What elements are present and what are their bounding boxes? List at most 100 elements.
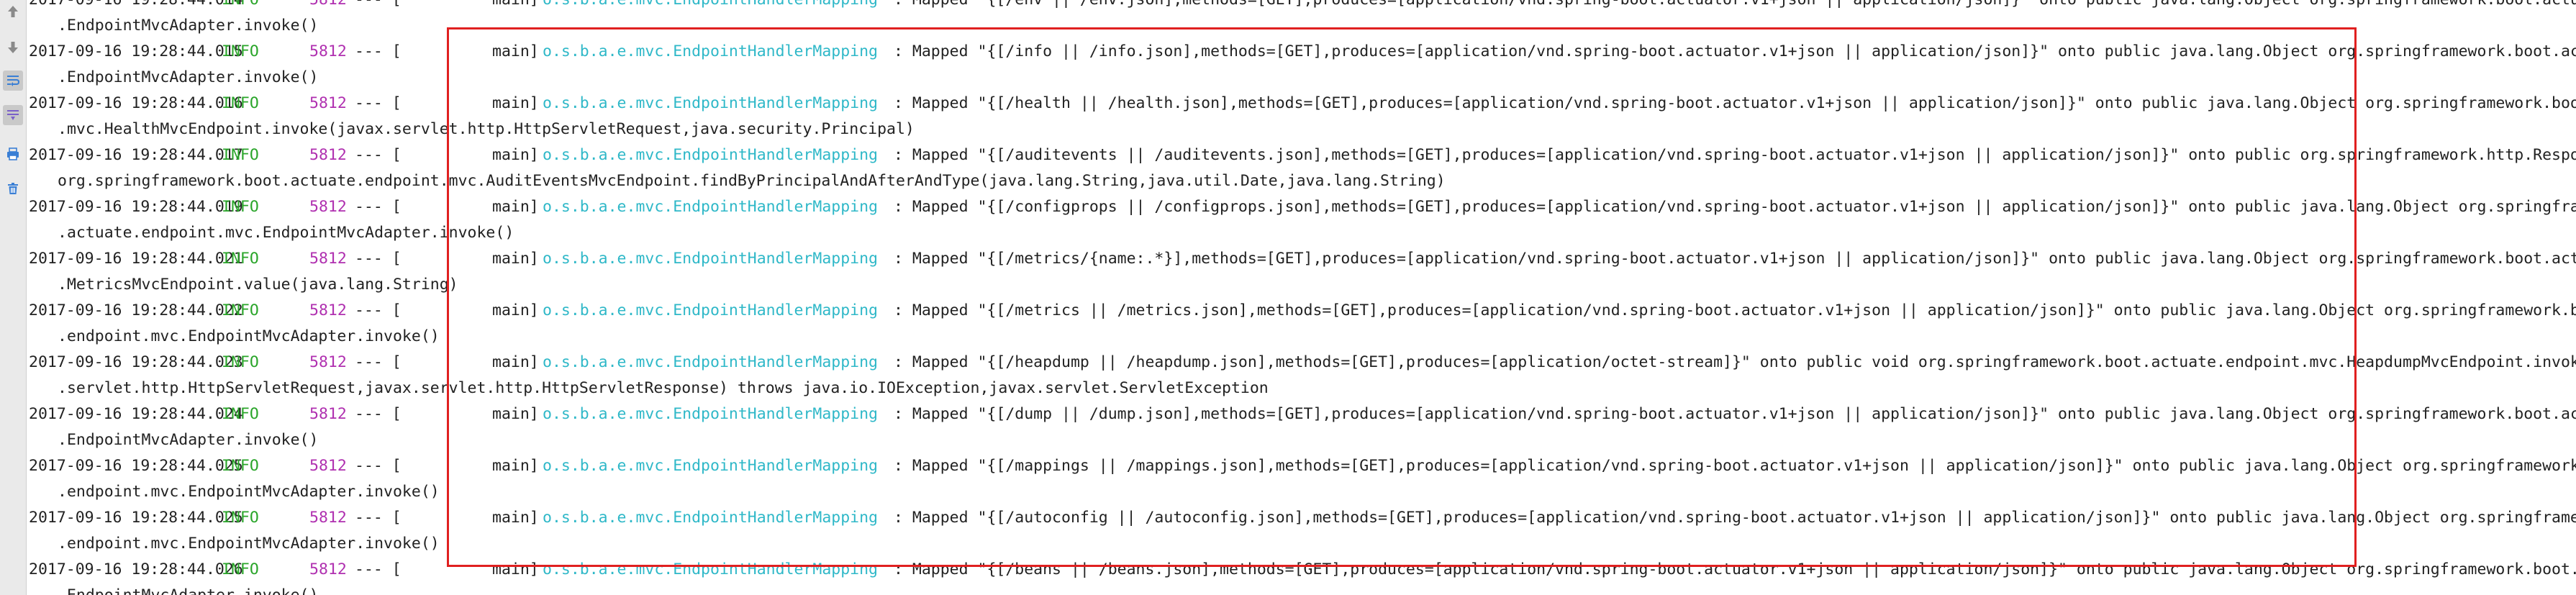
log-thread: main] <box>492 509 539 527</box>
log-pid: 5812 <box>309 94 347 112</box>
log-logger: o.s.b.a.e.mvc.EndpointHandlerMapping <box>543 42 878 60</box>
log-level: INFO <box>222 198 259 216</box>
log-continuation-line: .EndpointMvcAdapter.invoke() <box>58 13 318 39</box>
log-continuation-text: .EndpointMvcAdapter.invoke() <box>58 586 318 595</box>
log-logger: o.s.b.a.e.mvc.EndpointHandlerMapping <box>543 560 878 578</box>
log-message: : Mapped "{[/health || /health.json],met… <box>894 94 2576 112</box>
log-separator: --- [ <box>355 0 402 13</box>
log-thread: main] <box>492 353 539 371</box>
scroll-to-end-icon <box>7 110 19 120</box>
log-thread: main] <box>492 560 539 578</box>
log-level: INFO <box>222 560 259 578</box>
log-timestamp: 2017-09-16 19:28:44.019 <box>29 198 243 216</box>
log-separator: --- [ <box>355 42 402 60</box>
log-separator: --- [ <box>355 146 402 164</box>
log-timestamp: 2017-09-16 19:28:44.015 <box>29 42 243 60</box>
log-logger: o.s.b.a.e.mvc.EndpointHandlerMapping <box>543 353 878 371</box>
log-message: : Mapped "{[/dump || /dump.json],methods… <box>894 405 2576 423</box>
log-thread: main] <box>492 405 539 423</box>
clear-all-button[interactable] <box>3 178 23 199</box>
soft-wrap-icon <box>7 76 20 86</box>
log-separator: --- [ <box>355 250 402 268</box>
log-separator: --- [ <box>355 353 402 371</box>
log-message: : Mapped "{[/beans || /beans.json],metho… <box>894 560 2576 578</box>
log-logger: o.s.b.a.e.mvc.EndpointHandlerMapping <box>543 457 878 475</box>
log-continuation-line: org.springframework.boot.actuate.endpoin… <box>58 168 1446 194</box>
log-message: : Mapped "{[/heapdump || /heapdump.json]… <box>894 353 2576 371</box>
log-thread: main] <box>492 250 539 268</box>
log-message: : Mapped "{[/info || /info.json],methods… <box>894 42 2576 60</box>
log-continuation-text: .MetricsMvcEndpoint.value(java.lang.Stri… <box>58 276 458 294</box>
log-timestamp: 2017-09-16 19:28:44.014 <box>29 0 243 13</box>
log-thread: main] <box>492 457 539 475</box>
soft-wrap-button[interactable] <box>3 71 23 91</box>
log-separator: --- [ <box>355 560 402 578</box>
log-timestamp: 2017-09-16 19:28:44.025 <box>29 457 243 475</box>
log-message: : Mapped "{[/metrics/{name:.*}],methods=… <box>894 250 2576 268</box>
log-continuation-line: .endpoint.mvc.EndpointMvcAdapter.invoke(… <box>58 479 440 505</box>
log-logger: o.s.b.a.e.mvc.EndpointHandlerMapping <box>543 198 878 216</box>
log-continuation-line: .mvc.HealthMvcEndpoint.invoke(javax.serv… <box>58 117 915 142</box>
log-continuation-line: .endpoint.mvc.EndpointMvcAdapter.invoke(… <box>58 531 440 557</box>
log-timestamp: 2017-09-16 19:28:44.016 <box>29 94 243 112</box>
log-pid: 5812 <box>309 560 347 578</box>
log-level: INFO <box>222 405 259 423</box>
log-logger: o.s.b.a.e.mvc.EndpointHandlerMapping <box>543 250 878 268</box>
log-thread: main] <box>492 0 539 13</box>
log-level: INFO <box>222 353 259 371</box>
log-separator: --- [ <box>355 509 402 527</box>
log-separator: --- [ <box>355 301 402 319</box>
log-thread: main] <box>492 198 539 216</box>
log-logger: o.s.b.a.e.mvc.EndpointHandlerMapping <box>543 0 878 13</box>
log-pid: 5812 <box>309 250 347 268</box>
log-separator: --- [ <box>355 405 402 423</box>
console-toolbar <box>0 0 27 595</box>
log-separator: --- [ <box>355 198 402 216</box>
log-level: INFO <box>222 250 259 268</box>
log-continuation-text: .EndpointMvcAdapter.invoke() <box>58 431 319 449</box>
log-pid: 5812 <box>309 353 347 371</box>
down-arrow-button[interactable] <box>3 37 23 58</box>
log-continuation-text: .mvc.HealthMvcEndpoint.invoke(javax.serv… <box>58 120 915 138</box>
log-level: INFO <box>222 301 259 319</box>
log-separator: --- [ <box>355 457 402 475</box>
log-thread: main] <box>492 146 539 164</box>
log-level: INFO <box>222 42 259 60</box>
log-continuation-text: .EndpointMvcAdapter.invoke() <box>58 17 319 35</box>
up-arrow-icon <box>8 6 18 17</box>
scroll-to-end-button[interactable] <box>3 105 23 125</box>
log-level: INFO <box>222 146 259 164</box>
log-pid: 5812 <box>309 198 347 216</box>
log-continuation-line: .EndpointMvcAdapter.invoke() <box>58 583 318 595</box>
log-timestamp: 2017-09-16 19:28:44.017 <box>29 146 243 164</box>
console-output[interactable]: 2017-09-16 19:28:44.014 INFO 5812 --- [ main… <box>26 0 2576 595</box>
print-button[interactable] <box>3 144 23 164</box>
log-logger: o.s.b.a.e.mvc.EndpointHandlerMapping <box>543 301 878 319</box>
log-continuation-line: .MetricsMvcEndpoint.value(java.lang.Stri… <box>58 272 458 298</box>
log-level: INFO <box>222 457 259 475</box>
log-separator: --- [ <box>355 94 402 112</box>
log-message: : Mapped "{[/env || /env.json],methods=[… <box>894 0 2576 13</box>
trash-icon <box>8 183 18 194</box>
log-continuation-line: .EndpointMvcAdapter.invoke() <box>58 427 318 453</box>
log-pid: 5812 <box>309 509 347 527</box>
log-continuation-text: .endpoint.mvc.EndpointMvcAdapter.invoke(… <box>58 535 440 553</box>
log-message: : Mapped "{[/metrics || /metrics.json],m… <box>894 301 2576 319</box>
log-continuation-line: .EndpointMvcAdapter.invoke() <box>58 65 318 91</box>
log-continuation-text: .EndpointMvcAdapter.invoke() <box>58 68 319 86</box>
log-pid: 5812 <box>309 146 347 164</box>
log-logger: o.s.b.a.e.mvc.EndpointHandlerMapping <box>543 94 878 112</box>
log-message: : Mapped "{[/auditevents || /auditevents… <box>894 146 2576 164</box>
log-logger: o.s.b.a.e.mvc.EndpointHandlerMapping <box>543 146 878 164</box>
print-icon <box>7 147 19 160</box>
log-message: : Mapped "{[/mappings || /mappings.json]… <box>894 457 2576 475</box>
log-level: INFO <box>222 509 259 527</box>
log-logger: o.s.b.a.e.mvc.EndpointHandlerMapping <box>543 405 878 423</box>
log-continuation-line: .endpoint.mvc.EndpointMvcAdapter.invoke(… <box>58 324 440 350</box>
log-timestamp: 2017-09-16 19:28:44.022 <box>29 301 243 319</box>
log-continuation-text: .endpoint.mvc.EndpointMvcAdapter.invoke(… <box>58 327 440 345</box>
up-arrow-button[interactable] <box>3 1 23 22</box>
log-timestamp: 2017-09-16 19:28:44.025 <box>29 509 243 527</box>
log-thread: main] <box>492 94 539 112</box>
log-timestamp: 2017-09-16 19:28:44.024 <box>29 405 243 423</box>
